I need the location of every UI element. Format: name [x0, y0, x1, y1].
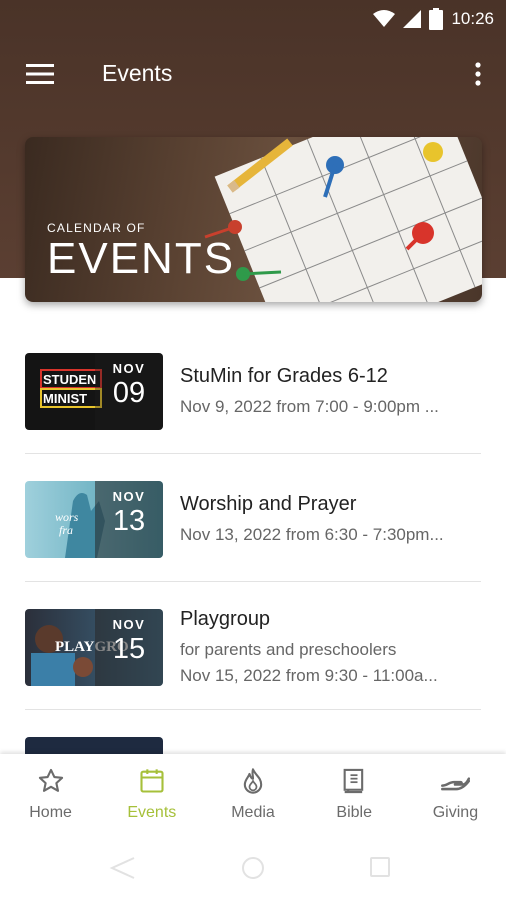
thumbnail-text: STUDEN — [43, 372, 96, 387]
status-bar: 10:26 — [0, 0, 506, 38]
event-item-stumin[interactable]: STUDEN MINIST NOV 09 StuMin for Grades 6… — [25, 326, 481, 454]
event-info: StuMin for Grades 6-12 Nov 9, 2022 from … — [180, 365, 483, 417]
hand-icon — [440, 766, 471, 796]
event-info: Playgroup for parents and preschoolers N… — [180, 608, 483, 686]
event-item-playgroup[interactable]: PLAYGRO NOV 15 Playgroup for parents and… — [25, 582, 481, 710]
date-month: NOV — [112, 361, 146, 376]
thumbnail-text: wors — [55, 510, 79, 524]
event-description: for parents and preschoolers — [180, 640, 397, 659]
nav-item-media[interactable]: Media — [202, 754, 303, 834]
date-day: 13 — [112, 505, 146, 537]
date-month: NOV — [112, 489, 146, 504]
menu-button[interactable] — [16, 56, 64, 92]
status-time: 10:26 — [451, 9, 494, 28]
calendar-icon — [137, 766, 167, 796]
wifi-icon — [373, 10, 396, 27]
event-thumbnail: STUDEN MINIST NOV 09 — [25, 353, 163, 430]
date-month: NOV — [112, 617, 146, 632]
thumbnail-text: fra — [59, 523, 73, 537]
star-icon — [36, 766, 66, 796]
event-title: Worship and Prayer — [180, 493, 357, 515]
menu-icon — [26, 64, 54, 84]
nav-item-home[interactable]: Home — [0, 754, 101, 834]
nav-item-giving[interactable]: Giving — [405, 754, 506, 834]
recent-apps-icon[interactable] — [369, 856, 391, 878]
event-item-worship[interactable]: wors fra NOV 13 Worship and Prayer Nov 1… — [25, 454, 481, 582]
event-thumbnail: PLAYGRO NOV 15 — [25, 609, 163, 686]
event-list: STUDEN MINIST NOV 09 StuMin for Grades 6… — [25, 326, 481, 710]
nav-label-bible: Bible — [336, 804, 372, 821]
date-day: 15 — [112, 633, 146, 665]
system-navigation-bar — [0, 834, 506, 900]
event-date: Nov 13, 2022 from 6:30 - 7:30pm... — [180, 525, 444, 544]
date-badge: NOV 15 — [95, 609, 163, 686]
status-icons: 10:26 — [373, 6, 494, 32]
nav-label-events: Events — [127, 804, 177, 821]
nav-label-home: Home — [29, 804, 72, 821]
banner-caption: CALENDAR OF EVENTS — [47, 221, 235, 281]
app-bar: Events — [0, 38, 506, 110]
flame-icon — [238, 766, 268, 796]
more-options-button[interactable] — [466, 56, 490, 92]
events-banner[interactable]: CALENDAR OF EVENTS — [25, 137, 482, 302]
nav-item-events[interactable]: Events — [101, 754, 202, 834]
page-title: Events — [102, 60, 173, 86]
home-circle-icon[interactable] — [241, 856, 265, 880]
event-info: Worship and Prayer Nov 13, 2022 from 6:3… — [180, 493, 483, 545]
event-date: Nov 15, 2022 from 9:30 - 11:00a... — [180, 666, 438, 685]
back-icon[interactable] — [108, 856, 136, 880]
thumbnail-text: MINIST — [43, 391, 87, 406]
date-day: 09 — [112, 377, 146, 409]
banner-title: EVENTS — [47, 234, 236, 283]
event-date: Nov 9, 2022 from 7:00 - 9:00pm ... — [180, 397, 439, 416]
date-badge: NOV 09 — [95, 353, 163, 430]
battery-icon — [429, 8, 444, 30]
signal-icon — [403, 10, 422, 28]
event-title: StuMin for Grades 6-12 — [180, 365, 388, 387]
book-icon — [339, 766, 369, 796]
bottom-navigation: Home Events Media Bible Giving — [0, 754, 506, 834]
banner-subtitle: CALENDAR OF — [47, 221, 146, 235]
event-thumbnail: wors fra NOV 13 — [25, 481, 163, 558]
event-title: Playgroup — [180, 608, 271, 630]
more-vertical-icon — [475, 62, 481, 86]
nav-item-bible[interactable]: Bible — [304, 754, 405, 834]
date-badge: NOV 13 — [95, 481, 163, 558]
nav-label-giving: Giving — [432, 804, 479, 821]
nav-label-media: Media — [231, 804, 275, 821]
